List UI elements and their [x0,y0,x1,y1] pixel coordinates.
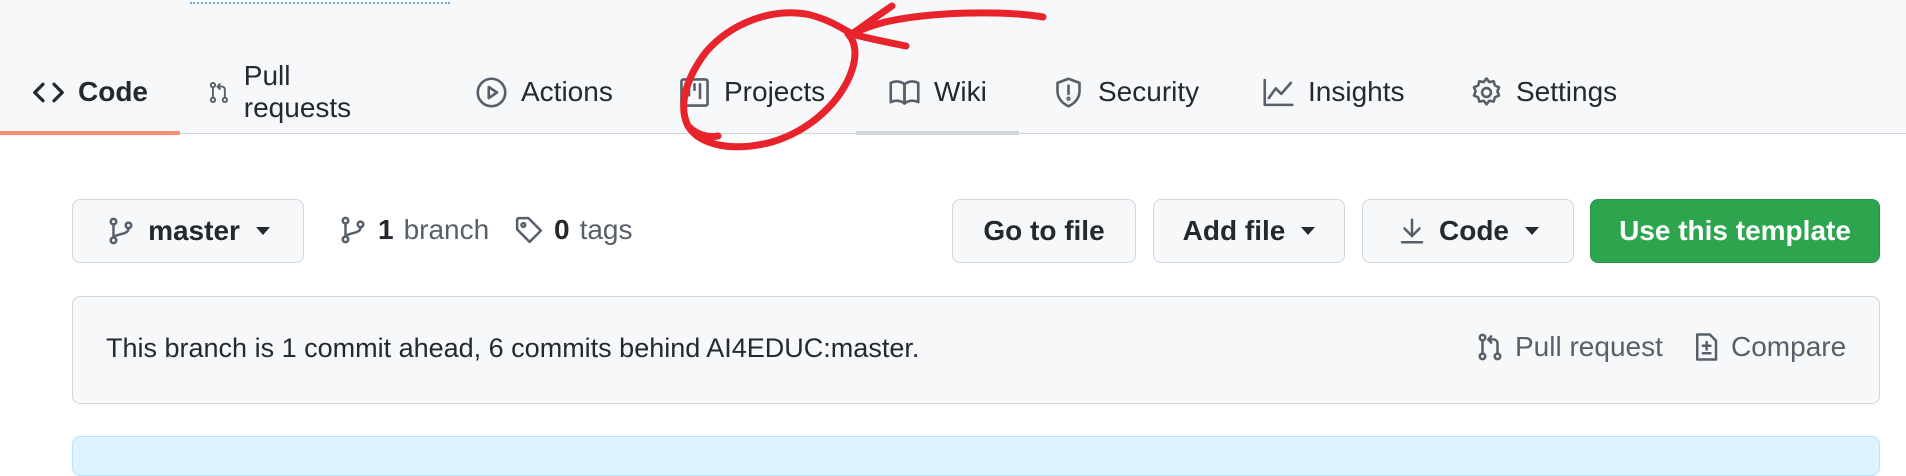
branch-status-text: This branch is 1 commit ahead, 6 commits… [106,333,920,363]
tab-code[interactable]: Code [0,50,180,135]
git-pull-request-icon [209,81,228,103]
branch-name: master [148,215,240,246]
chevron-down-icon [1525,227,1539,235]
tab-label: Pull requests [243,60,352,123]
tag-count: 0 [554,214,570,245]
code-button-label: Code [1439,215,1509,246]
shield-icon [1056,76,1081,108]
pull-request-label: Pull request [1515,331,1663,362]
go-to-file-button[interactable]: Go to file [952,199,1136,263]
code-download-button[interactable]: Code [1362,199,1574,263]
git-branch-icon [341,216,365,244]
add-file-button[interactable]: Add file [1153,199,1345,263]
tab-label: Code [78,76,148,107]
repo-header: Code Pull requests Actions Projects Wiki… [0,0,1906,135]
tab-label: Security [1098,76,1200,107]
book-icon [889,79,920,105]
graph-icon [1263,78,1294,106]
tab-label: Insights [1308,76,1405,107]
tab-label: Settings [1516,76,1618,107]
code-icon [33,82,64,102]
branch-selector-button[interactable]: master [72,199,304,263]
branch-count-label: branch [403,214,490,245]
use-template-button[interactable]: Use this template [1590,199,1880,263]
go-to-file-label: Go to file [983,215,1105,246]
git-branch-icon [109,217,133,245]
tab-insights[interactable]: Insights [1262,50,1405,134]
compare-link[interactable]: Compare [1691,331,1846,363]
use-template-label: Use this template [1619,215,1851,246]
tab-selected-underline [0,131,180,135]
tab-label: Wiki [934,76,987,107]
file-diff-icon [1696,333,1718,361]
chevron-down-icon [255,227,270,235]
tab-label: Actions [521,76,613,107]
tab-label: Projects [724,76,826,107]
tab-hover-underline [856,131,1019,135]
breadcrumb-link-fragment[interactable] [190,0,450,4]
tab-projects[interactable]: Projects [678,50,825,134]
tab-actions[interactable]: Actions [475,50,613,134]
tab-security[interactable]: Security [1052,50,1199,134]
tag-count-label: tags [579,214,633,245]
pull-request-link[interactable]: Pull request [1475,331,1663,363]
tab-pull-requests[interactable]: Pull requests [207,50,360,134]
download-icon [1400,218,1424,244]
table-icon [680,77,709,107]
add-file-label: Add file [1182,215,1286,246]
branch-count-link[interactable]: 1 branch [338,210,489,250]
branch-status-notice: This branch is 1 commit ahead, 6 commits… [72,296,1880,404]
tab-wiki[interactable]: Wiki [856,50,1019,135]
info-flash-box [72,436,1880,476]
gear-icon [1472,76,1501,106]
compare-label: Compare [1731,331,1847,362]
tag-icon [515,216,543,244]
chevron-down-icon [1301,227,1316,235]
git-pull-request-icon [1478,333,1502,361]
tag-count-link[interactable]: 0 tags [514,210,633,250]
play-icon [476,76,507,108]
tab-settings[interactable]: Settings [1470,50,1617,134]
branch-count: 1 [378,214,394,245]
